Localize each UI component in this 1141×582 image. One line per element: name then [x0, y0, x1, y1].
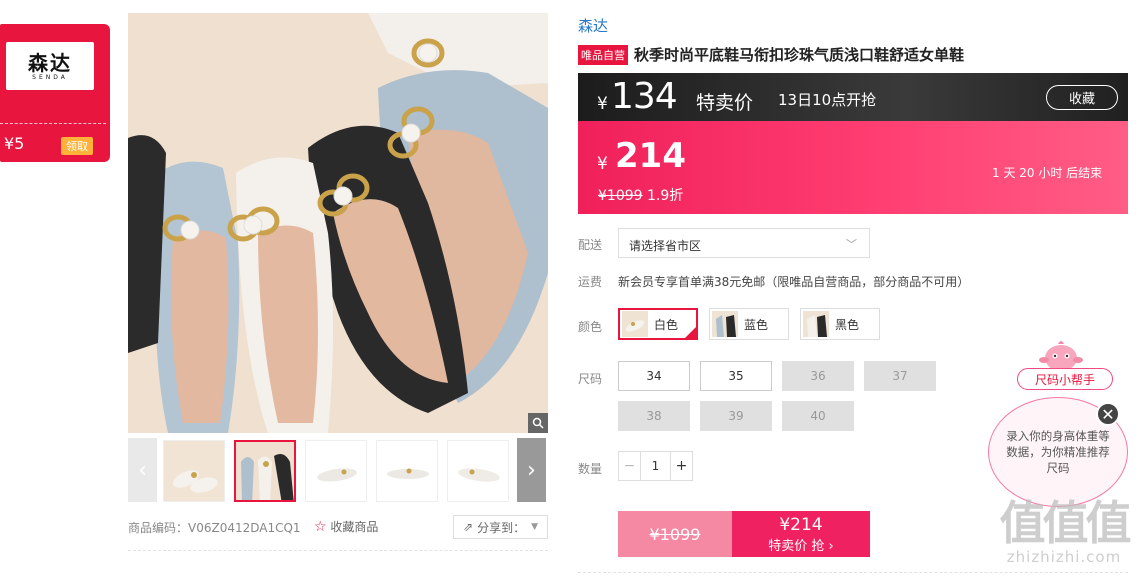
current-price: 214: [615, 136, 686, 176]
share-icon: ⇗: [463, 520, 474, 534]
original-price: ¥1099: [598, 188, 643, 204]
selected-check-icon: [684, 326, 697, 339]
color-option-label: 蓝色: [744, 317, 769, 332]
buy-price: ¥214: [779, 514, 823, 535]
size-option-disabled: 39: [700, 401, 772, 431]
special-price-label: 特卖价: [696, 92, 754, 114]
region-select-value: 请选择省市区: [629, 239, 702, 253]
star-icon: ☆: [314, 519, 327, 535]
favorite-label: 收藏商品: [330, 520, 379, 534]
color-option-label: 白色: [654, 317, 679, 332]
buy-button[interactable]: ¥1099 ¥214 特卖价 抢 ›: [618, 511, 870, 557]
color-label: 颜色: [578, 320, 603, 334]
size-option-disabled: 37: [864, 361, 936, 391]
collect-button[interactable]: 收藏: [1046, 85, 1118, 110]
store-coupon[interactable]: 森达 SENDA ¥5 领取: [0, 24, 110, 162]
banner-currency: ¥: [597, 94, 608, 114]
sale-start-time: 13日10点开抢: [778, 91, 877, 109]
quantity-input[interactable]: 1: [641, 452, 670, 480]
favorite-button[interactable]: ☆ 收藏商品: [314, 518, 378, 535]
thumbnail-strip: ‹ ›: [128, 438, 548, 502]
flash-sale-banner: ¥ 134 特卖价 13日10点开抢 收藏: [578, 73, 1128, 121]
thumbnail-prev-button[interactable]: ‹: [128, 438, 157, 502]
share-button[interactable]: ⇗ 分享到： ▼: [453, 515, 548, 539]
thumbnail-4[interactable]: [376, 440, 438, 502]
main-product-image[interactable]: [128, 13, 548, 433]
countdown: 1 天 20 小时 后结束: [992, 166, 1103, 180]
color-swatch-image: [803, 311, 829, 337]
title-row: 唯品自营 秋季时尚平底鞋马衔扣珍珠气质浅口鞋舒适女单鞋: [578, 44, 964, 65]
thumbnail-next-button[interactable]: ›: [517, 438, 546, 502]
size-option-disabled: 36: [782, 361, 854, 391]
color-swatch-image: [712, 311, 738, 337]
color-option-label: 黑色: [835, 317, 860, 332]
divider: [128, 550, 548, 551]
shipping-label: 配送: [578, 238, 603, 252]
self-operated-badge: 唯品自营: [578, 44, 628, 65]
freight-label: 运费: [578, 275, 603, 289]
product-title: 秋季时尚平底鞋马衔扣珍珠气质浅口鞋舒适女单鞋: [634, 46, 965, 64]
size-option-disabled: 38: [618, 401, 690, 431]
quantity-stepper: − 1 +: [618, 451, 693, 481]
caret-down-icon: ▼: [531, 522, 538, 532]
quantity-label: 数量: [578, 462, 603, 476]
region-select[interactable]: 请选择省市区 ﹀: [618, 228, 870, 258]
color-option-black[interactable]: 黑色: [800, 308, 880, 340]
buy-now-area[interactable]: ¥214 特卖价 抢 ›: [732, 511, 870, 557]
zoom-icon[interactable]: [528, 413, 548, 433]
color-swatch-image: [622, 311, 648, 337]
special-price: 134: [611, 76, 678, 117]
color-option-white[interactable]: 白色: [618, 308, 698, 340]
color-option-blue[interactable]: 蓝色: [709, 308, 789, 340]
quantity-increase-button[interactable]: +: [670, 452, 692, 480]
thumbnail-3[interactable]: [305, 440, 367, 502]
watermark-logo: 值值值: [999, 496, 1132, 550]
product-meta: 商品编码：V06Z0412DA1CQ1 ☆ 收藏商品 ⇗ 分享到： ▼: [128, 515, 548, 541]
size-helper-button[interactable]: 尺码小帮手: [1017, 368, 1113, 390]
claim-coupon-button[interactable]: 领取: [61, 137, 93, 155]
price-box: ¥ 214 ¥1099 1.9折 1 天 20 小时 后结束: [578, 121, 1128, 214]
thumbnail-2[interactable]: [234, 440, 296, 502]
buy-label: 特卖价 抢 ›: [768, 538, 834, 554]
buy-original-price: ¥1099: [649, 524, 701, 544]
thumbnail-5[interactable]: [447, 440, 509, 502]
close-icon[interactable]: ✕: [1096, 402, 1120, 426]
brand-logo-subtext: SENDA: [32, 73, 68, 81]
discount: 1.9折: [647, 188, 684, 204]
coupon-divider: [0, 123, 106, 124]
mascot-icon[interactable]: [1038, 338, 1084, 372]
freight-info: 新会员专享首单满38元免邮（限唯品自营商品，部分商品不可用）: [618, 275, 970, 289]
product-code: 商品编码：V06Z0412DA1CQ1: [128, 521, 301, 535]
chevron-down-icon: ﹀: [846, 238, 857, 251]
site-watermark: 值值值 zhizhizhi.com: [994, 498, 1134, 578]
brand-logo: 森达 SENDA: [6, 42, 94, 90]
brand-logo-text: 森达: [28, 50, 72, 75]
size-label: 尺码: [578, 372, 603, 386]
buy-original-price-area: ¥1099: [618, 511, 732, 557]
brand-link[interactable]: 森达: [578, 15, 608, 36]
size-option[interactable]: 34: [618, 361, 690, 391]
original-price-row: ¥1099 1.9折: [598, 185, 683, 205]
size-option-disabled: 40: [782, 401, 854, 431]
thumbnail-1[interactable]: [163, 440, 225, 502]
share-label: 分享到：: [477, 520, 526, 535]
price-currency: ¥: [597, 154, 608, 174]
size-option[interactable]: 35: [700, 361, 772, 391]
coupon-amount: ¥5: [4, 134, 25, 153]
watermark-url: zhizhizhi.com: [1006, 548, 1122, 566]
quantity-decrease-button[interactable]: −: [619, 452, 641, 480]
